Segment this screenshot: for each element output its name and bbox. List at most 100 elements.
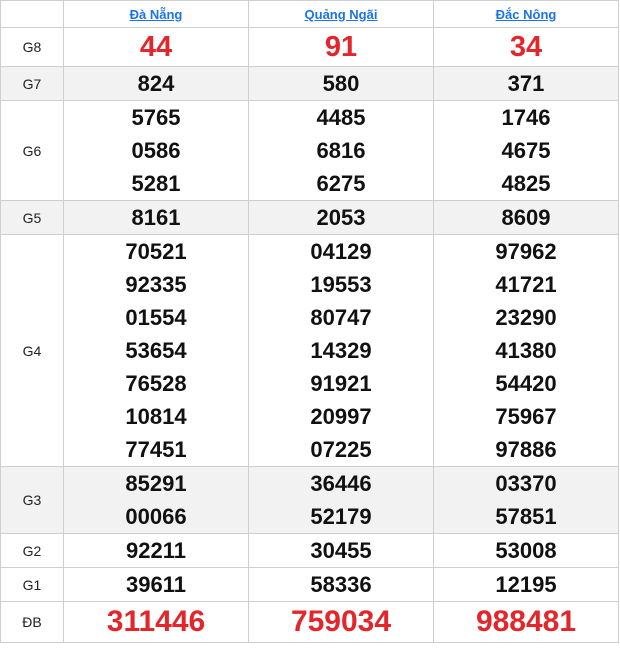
prize-number: 41721 (495, 272, 557, 297)
prize-row-g6: G6 5765 0586 5281 4485 6816 6275 1746 4675 4825 (0, 100, 619, 201)
prize-number: 58336 (310, 572, 372, 597)
prize-cell: 36446 52179 (248, 466, 434, 534)
prize-number: 5765 (131, 105, 181, 130)
prize-number: 2053 (316, 205, 366, 230)
prize-number: 39611 (126, 572, 186, 597)
prize-number: 6275 (316, 171, 366, 196)
prize-number: 23290 (495, 305, 557, 330)
prize-cell: 8609 (433, 200, 619, 235)
prize-number: 30455 (310, 538, 372, 563)
province-header: Đắc Nông (433, 0, 619, 28)
prize-cell: 5765 0586 5281 (63, 100, 249, 201)
prize-cell: 12195 (433, 567, 619, 602)
prize-number: 53654 (125, 338, 187, 363)
prize-cell: 04129 19553 80747 14329 91921 20997 07225 (248, 234, 434, 467)
prize-number: 12195 (495, 572, 557, 597)
prize-number: 70521 (125, 239, 187, 264)
prize-cell: 988481 (433, 601, 619, 643)
prize-number: 8609 (501, 205, 551, 230)
prize-number: 92211 (126, 538, 186, 563)
header-row: Đà Nẵng Quảng Ngãi Đắc Nông (0, 0, 619, 28)
prize-label: G7 (0, 66, 64, 101)
prize-label: G2 (0, 533, 64, 568)
prize-number: 97962 (495, 239, 557, 264)
prize-row-g4: G4 70521 92335 01554 53654 76528 10814 77451 041… (0, 234, 619, 467)
province-link-dac-nong[interactable]: Đắc Nông (496, 7, 557, 22)
prize-number: 77451 (125, 437, 187, 462)
prize-number: 371 (507, 71, 545, 96)
prize-cell: 85291 00066 (63, 466, 249, 534)
prize-number: 92335 (125, 272, 187, 297)
prize-number: 85291 (125, 471, 187, 496)
prize-number: 580 (322, 71, 360, 96)
prize-number: 4485 (316, 105, 366, 130)
prize-cell: 371 (433, 66, 619, 101)
prize-cell: 58336 (248, 567, 434, 602)
prize-number: 53008 (495, 538, 557, 563)
prize-label: G6 (0, 100, 64, 201)
prize-label: G8 (0, 27, 64, 67)
prize-cell: 1746 4675 4825 (433, 100, 619, 201)
prize-number: 52179 (310, 504, 372, 529)
prize-row-g3: G3 85291 00066 36446 52179 03370 57851 (0, 466, 619, 534)
prize-number: 91921 (310, 371, 372, 396)
prize-cell: 97962 41721 23290 41380 54420 75967 97886 (433, 234, 619, 467)
prize-label: G4 (0, 234, 64, 467)
prize-row-g7: G7 824 580 371 (0, 66, 619, 101)
prize-number: 03370 (495, 471, 557, 496)
prize-cell: 2053 (248, 200, 434, 235)
prize-cell: 53008 (433, 533, 619, 568)
prize-number: 57851 (495, 504, 557, 529)
prize-number: 824 (137, 71, 175, 96)
prize-number: 759034 (290, 605, 392, 638)
prize-number: 311446 (106, 605, 206, 638)
prize-row-đb: ĐB 311446 759034 988481 (0, 601, 619, 643)
province-link-quang-ngai[interactable]: Quảng Ngãi (305, 7, 378, 22)
prize-cell: 30455 (248, 533, 434, 568)
prize-number: 07225 (310, 437, 372, 462)
prize-cell: 8161 (63, 200, 249, 235)
prize-cell: 70521 92335 01554 53654 76528 10814 77451 (63, 234, 249, 467)
results-body: G8 44 91 34 G7 824 580 371 G6 5765 0586 5281 4485 681… (0, 27, 619, 643)
prize-number: 34 (509, 31, 543, 63)
prize-cell: 44 (63, 27, 249, 67)
lottery-results-table: Đà Nẵng Quảng Ngãi Đắc Nông G8 44 91 34 G7 82… (0, 0, 619, 643)
prize-cell: 92211 (63, 533, 249, 568)
prize-row-g8: G8 44 91 34 (0, 27, 619, 67)
province-link-da-nang[interactable]: Đà Nẵng (130, 7, 183, 22)
prize-number: 91 (324, 31, 358, 63)
prize-number: 4825 (501, 171, 551, 196)
prize-number: 10814 (125, 404, 187, 429)
prize-number: 36446 (310, 471, 372, 496)
prize-row-g1: G1 39611 58336 12195 (0, 567, 619, 602)
province-header: Quảng Ngãi (248, 0, 434, 28)
prize-number: 19553 (310, 272, 372, 297)
prize-number: 5281 (131, 171, 181, 196)
prize-number: 75967 (495, 404, 557, 429)
prize-number: 76528 (125, 371, 187, 396)
prize-row-g5: G5 8161 2053 8609 (0, 200, 619, 235)
prize-number: 14329 (310, 338, 372, 363)
prize-label: G5 (0, 200, 64, 235)
prize-number: 20997 (310, 404, 372, 429)
prize-cell: 759034 (248, 601, 434, 643)
prize-label: G1 (0, 567, 64, 602)
prize-number: 04129 (310, 239, 372, 264)
prize-number: 41380 (495, 338, 557, 363)
prize-number: 80747 (310, 305, 372, 330)
prize-number: 00066 (125, 504, 187, 529)
prize-label: G3 (0, 466, 64, 534)
province-header: Đà Nẵng (63, 0, 249, 28)
prize-cell: 4485 6816 6275 (248, 100, 434, 201)
prize-row-g2: G2 92211 30455 53008 (0, 533, 619, 568)
prize-number: 6816 (316, 138, 366, 163)
prize-label: ĐB (0, 601, 64, 643)
prize-number: 0586 (131, 138, 181, 163)
prize-cell: 824 (63, 66, 249, 101)
prize-cell: 34 (433, 27, 619, 67)
prize-cell: 03370 57851 (433, 466, 619, 534)
prize-number: 44 (139, 31, 173, 63)
prize-number: 1746 (501, 105, 551, 130)
prize-number: 54420 (495, 371, 557, 396)
prize-cell: 91 (248, 27, 434, 67)
